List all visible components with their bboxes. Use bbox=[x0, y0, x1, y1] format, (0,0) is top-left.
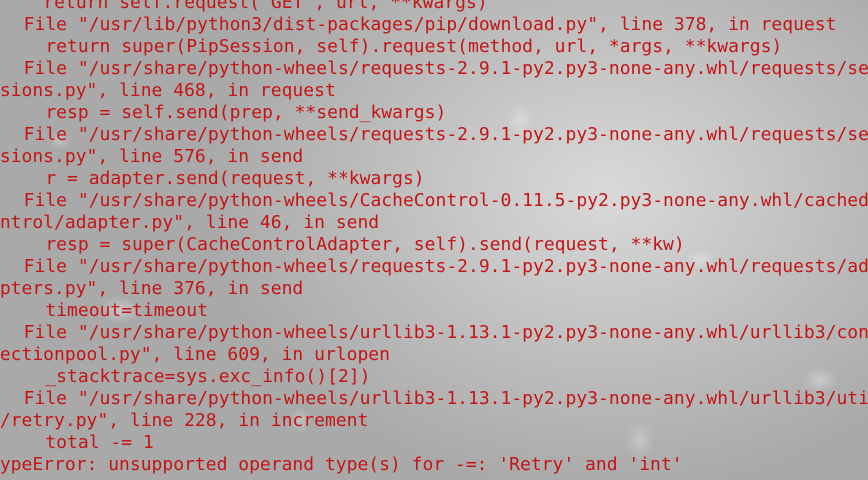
traceback-line-20: l/retry.py", line 228, in increment bbox=[0, 410, 369, 431]
traceback-line-2: File "/usr/lib/python3/dist-packages/pip… bbox=[2, 14, 837, 35]
traceback-line-11: ontrol/adapter.py", line 46, in send bbox=[0, 212, 380, 233]
traceback-line-15: timeout=timeout bbox=[2, 300, 208, 321]
traceback-line-4: File "/usr/share/python-wheels/requests-… bbox=[2, 58, 868, 79]
traceback-line-17: nectionpool.py", line 609, in urlopen bbox=[0, 344, 390, 365]
traceback-line-8: ssions.py", line 576, in send bbox=[0, 146, 304, 167]
terminal-output[interactable]: return self.request('GET', url, **kwargs… bbox=[0, 0, 868, 480]
traceback-line-7: File "/usr/share/python-wheels/requests-… bbox=[2, 124, 868, 145]
traceback-line-3: return super(PipSession, self).request(m… bbox=[2, 36, 783, 57]
traceback-line-21: total -= 1 bbox=[2, 432, 154, 453]
traceback-line-1: return self.request('GET', url, **kwargs… bbox=[0, 0, 488, 13]
traceback-line-9: r = adapter.send(request, **kwargs) bbox=[2, 168, 425, 189]
traceback-line-5: ssions.py", line 468, in request bbox=[0, 80, 336, 101]
traceback-line-19: File "/usr/share/python-wheels/urllib3-1… bbox=[2, 388, 868, 409]
traceback-line-10: File "/usr/share/python-wheels/CacheCont… bbox=[2, 190, 868, 211]
traceback-line-13: File "/usr/share/python-wheels/requests-… bbox=[2, 256, 868, 277]
traceback-line-16: File "/usr/share/python-wheels/urllib3-1… bbox=[2, 322, 868, 343]
traceback-line-6: resp = self.send(prep, **send_kwargs) bbox=[2, 102, 447, 123]
traceback-line-12: resp = super(CacheControlAdapter, self).… bbox=[2, 234, 685, 255]
error-message-line: TypeError: unsupported operand type(s) f… bbox=[0, 454, 683, 475]
traceback-line-14: apters.py", line 376, in send bbox=[0, 278, 304, 299]
traceback-line-18: _stacktrace=sys.exc_info()[2]) bbox=[2, 366, 371, 387]
